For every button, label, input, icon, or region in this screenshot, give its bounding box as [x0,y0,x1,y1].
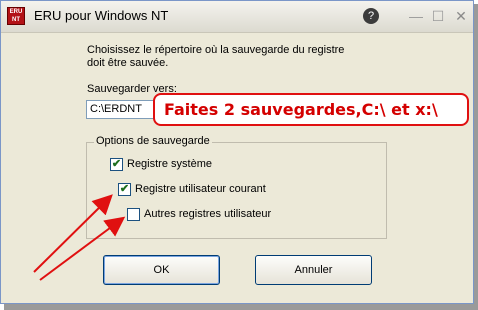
app-icon: ERU NT [7,7,25,25]
current-user-registry-checkbox[interactable]: ✔ [118,183,131,196]
ok-button[interactable]: OK [103,255,220,285]
window-title: ERU pour Windows NT [34,8,169,23]
close-button[interactable]: ✕ [453,8,469,24]
instructions-line-2: doit être sauvée. [87,57,169,69]
current-user-registry-label: Registre utilisateur courant [135,183,266,195]
other-user-registries-label: Autres registres utilisateur [144,208,272,220]
help-icon[interactable]: ? [363,8,379,24]
group-title: Options de sauvegarde [94,135,212,147]
instructions-line-1: Choisissez le répertoire où la sauvegard… [87,44,345,56]
other-user-registries-checkbox[interactable] [127,208,140,221]
instructions-text: Choisissez le répertoire où la sauvegard… [87,44,344,70]
maximize-button[interactable]: ☐ [430,8,446,24]
cancel-button[interactable]: Annuler [255,255,372,285]
save-path-field[interactable]: C:\ERDNT [86,100,158,119]
system-registry-checkbox[interactable]: ✔ [110,158,123,171]
minimize-button[interactable]: — [408,8,424,24]
system-registry-label: Registre système [127,158,212,170]
title-bar[interactable]: ERU NT ERU pour Windows NT ? — ☐ ✕ [1,1,473,33]
annotation-callout: Faites 2 sauvegardes,C:\ et x:\ [153,93,469,126]
